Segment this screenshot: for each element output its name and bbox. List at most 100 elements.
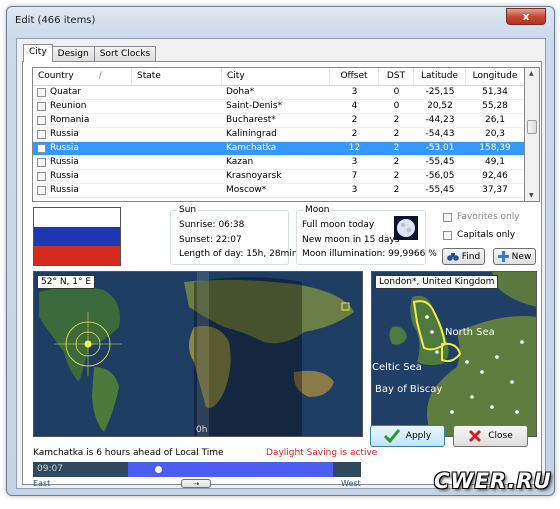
- cell-latitude: -56,05: [425, 171, 455, 181]
- col-country[interactable]: Country /: [33, 68, 132, 85]
- table-row[interactable]: Russia Moscow* 3 2 -55,45 37,37: [33, 184, 524, 198]
- moon-phase-text: Full moon today: [302, 220, 375, 230]
- cell-latitude: -25,15: [425, 87, 455, 97]
- country-text: Russia: [50, 157, 79, 167]
- cell-city: Kaliningrad: [226, 129, 277, 139]
- day-length-text: Length of day: 15h, 28min: [179, 249, 298, 259]
- cell-longitude: 20,3: [484, 129, 506, 139]
- cell-city: Kamchatka: [226, 143, 277, 153]
- col-longitude[interactable]: Longitude: [466, 68, 524, 85]
- tab-city[interactable]: City: [23, 44, 53, 62]
- row-checkbox[interactable]: [37, 158, 46, 167]
- row-checkbox[interactable]: [37, 144, 46, 153]
- cell-dst: 0: [393, 101, 400, 111]
- local-area-map[interactable]: London*, United Kingdom North Sea Celtic…: [371, 271, 537, 437]
- bay-of-biscay-label: Bay of Biscay: [375, 384, 443, 395]
- scroll-down-arrow-icon[interactable]: ▼: [529, 192, 534, 199]
- cell-longitude: 26,1: [484, 115, 506, 125]
- favorites-only-checkbox[interactable]: Favorites only: [443, 212, 520, 222]
- col-offset[interactable]: Offset: [330, 68, 379, 85]
- country-text: Reunion: [50, 101, 87, 111]
- world-map-image: [34, 272, 362, 436]
- table-row[interactable]: Russia Kaliningrad 2 2 -54,43 20,3: [33, 128, 524, 142]
- binoculars-icon: [446, 252, 459, 261]
- row-checkbox[interactable]: [37, 88, 46, 97]
- cell-latitude: 20,52: [427, 101, 453, 111]
- cell-country: Reunion: [33, 100, 132, 113]
- tab-sort-clocks[interactable]: Sort Clocks: [93, 46, 157, 62]
- flag-white-stripe: [34, 208, 120, 227]
- col-latitude[interactable]: Latitude: [414, 68, 466, 85]
- row-checkbox[interactable]: [37, 116, 46, 125]
- col-country-label: Country: [38, 71, 74, 81]
- flag-blue-stripe: [34, 226, 120, 246]
- west-label: West: [341, 479, 361, 488]
- cell-city: Krasnoyarsk: [226, 171, 282, 181]
- city-grid[interactable]: Country / State City Offset DST Latitude …: [32, 67, 525, 202]
- world-daylight-map[interactable]: 52° N, 1° E 0h: [33, 271, 363, 437]
- cell-offset: 3: [351, 87, 358, 97]
- time-difference-text: Kamchatka is 6 hours ahead of Local Time: [33, 448, 224, 458]
- tab-design[interactable]: Design: [51, 46, 95, 62]
- col-state[interactable]: State: [132, 68, 222, 85]
- cell-state: [132, 184, 222, 197]
- cell-city: Saint-Denis*: [226, 101, 283, 111]
- flag-red-stripe: [34, 245, 120, 265]
- table-row[interactable]: Reunion Saint-Denis* 4 0 20,52 55,28: [33, 100, 524, 114]
- table-row[interactable]: Quatar Doha* 3 0 -25,15 51,34: [33, 86, 524, 100]
- table-row[interactable]: Russia Krasnoyarsk 7 2 -56,05 92,46: [33, 170, 524, 184]
- row-checkbox[interactable]: [37, 130, 46, 139]
- cell-country: Russia: [33, 156, 132, 169]
- row-checkbox[interactable]: [37, 186, 46, 195]
- cell-country: Russia: [33, 142, 132, 155]
- row-checkbox[interactable]: [37, 102, 46, 111]
- cell-latitude: -55,45: [425, 185, 455, 195]
- watermark-logo: CWER.RU: [434, 469, 552, 493]
- country-text: Russia: [50, 185, 79, 195]
- edit-window: Edit (466 items) x City Design Sort Cloc…: [6, 6, 555, 496]
- cell-dst: 2: [393, 143, 400, 153]
- cell-city: Moscow*: [226, 185, 267, 195]
- cell-longitude: 51,34: [482, 87, 508, 97]
- close-label: Close: [488, 431, 513, 441]
- col-city[interactable]: City: [222, 68, 330, 85]
- sun-group: Sun Sunrise: 06:38 Sunset: 22:07 Length …: [170, 205, 298, 265]
- cell-country: Romania: [33, 114, 132, 127]
- cell-country: Russia: [33, 170, 132, 183]
- country-text: Russia: [50, 171, 79, 181]
- favorites-only-label: Favorites only: [457, 212, 520, 222]
- cell-state: [132, 156, 222, 169]
- table-row[interactable]: Romania Bucharest* 2 2 -44,23 26,1: [33, 114, 524, 128]
- timeline-marker[interactable]: [155, 466, 162, 473]
- day-night-timeline[interactable]: 09:07: [33, 462, 361, 477]
- table-row[interactable]: Russia Kamchatka 12 2 -53,01 158,39: [33, 142, 524, 156]
- col-dst[interactable]: DST: [379, 68, 414, 85]
- new-label: New: [511, 251, 532, 262]
- favorites-only-box[interactable]: [443, 212, 452, 222]
- capitals-only-box[interactable]: [443, 230, 452, 240]
- scroll-thumb[interactable]: [527, 120, 537, 134]
- apply-button[interactable]: Apply: [370, 425, 445, 447]
- new-button[interactable]: New: [493, 248, 536, 265]
- swap-direction-button[interactable]: ⇢: [181, 479, 211, 488]
- sort-indicator: /: [98, 71, 102, 81]
- row-checkbox[interactable]: [37, 172, 46, 181]
- cell-state: [132, 86, 222, 99]
- scroll-up-arrow-icon[interactable]: ▲: [529, 70, 534, 77]
- find-button[interactable]: Find: [442, 248, 485, 265]
- grid-scrollbar[interactable]: ▲ ▼: [525, 67, 540, 202]
- new-moon-text: New moon in 15 days: [302, 235, 400, 245]
- close-button[interactable]: Close: [453, 425, 528, 447]
- dst-status-text: Daylight Saving is active: [266, 448, 378, 458]
- table-row[interactable]: Russia Kazan 3 2 -55,45 49,1: [33, 156, 524, 170]
- dialog-client: City Design Sort Clocks Country / State C…: [16, 38, 546, 489]
- city-panel: Country / State City Offset DST Latitude …: [22, 61, 542, 488]
- cell-dst: 2: [393, 129, 400, 139]
- cell-country: Quatar: [33, 86, 132, 99]
- cell-state: [132, 100, 222, 113]
- cell-latitude: -53,01: [425, 143, 455, 153]
- capitals-only-checkbox[interactable]: Capitals only: [443, 230, 515, 240]
- cell-offset: 12: [348, 143, 361, 153]
- window-close-button[interactable]: x: [506, 8, 546, 25]
- cell-longitude: 92,46: [482, 171, 508, 181]
